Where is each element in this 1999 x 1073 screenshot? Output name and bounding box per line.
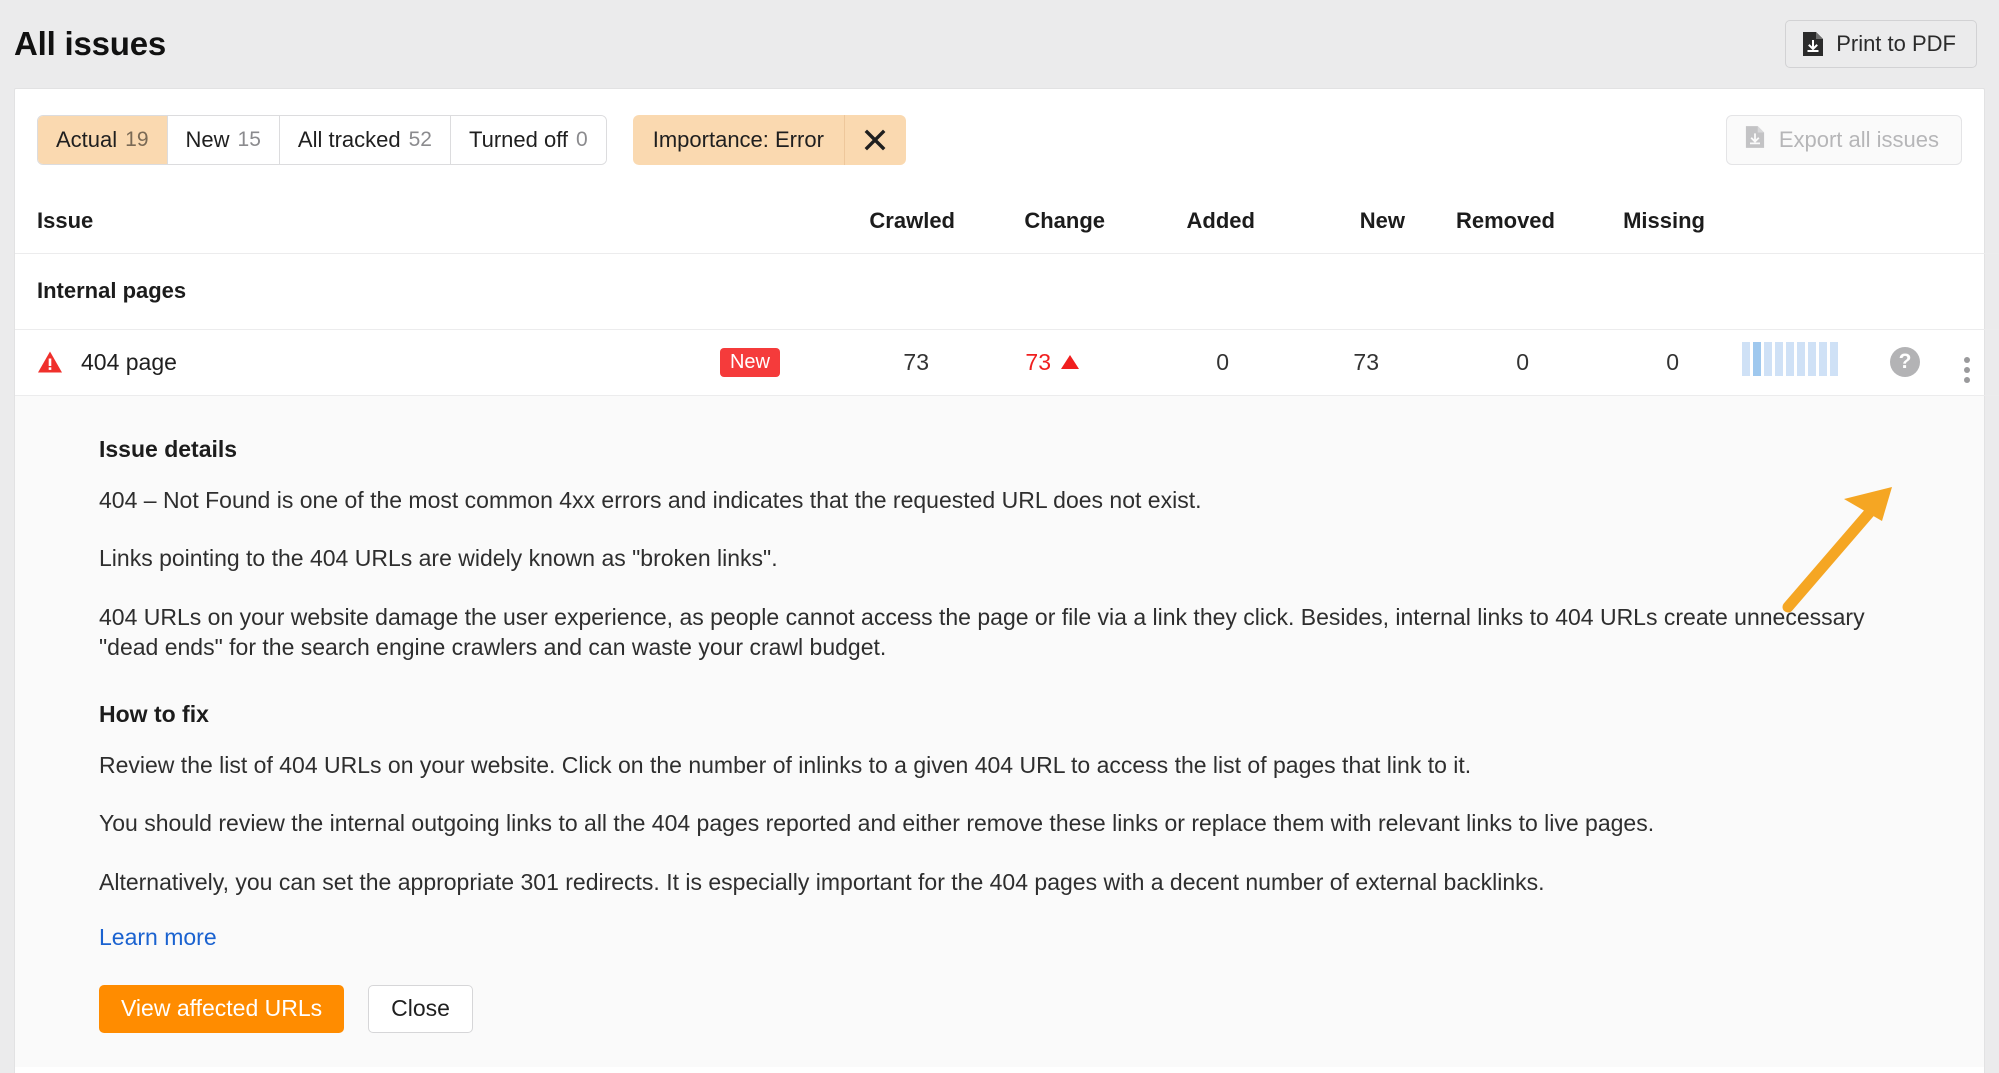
filter-tab-new-label: New (186, 127, 230, 153)
issues-table: Issue Crawled Change Added New Removed M… (15, 189, 1999, 396)
cell-help: ? (1875, 329, 1935, 395)
column-header-change[interactable]: Change (955, 189, 1105, 253)
cell-sparkline[interactable] (1705, 329, 1875, 395)
table-group-label: Internal pages (15, 253, 1999, 329)
cell-crawled[interactable]: 73 (805, 329, 955, 395)
table-group-row-internal-pages: Internal pages (15, 253, 1999, 329)
sparkline-chart[interactable] (1742, 342, 1838, 376)
print-to-pdf-label: Print to PDF (1836, 31, 1956, 57)
sparkline-bar (1764, 342, 1772, 376)
view-affected-urls-button[interactable]: View affected URLs (99, 985, 344, 1033)
column-header-new[interactable]: New (1255, 189, 1405, 253)
issue-details-paragraph-3: 404 URLs on your website damage the user… (99, 602, 1889, 663)
filter-tab-actual[interactable]: Actual 19 (38, 116, 168, 164)
details-button-row: View affected URLs Close (99, 985, 1962, 1033)
column-header-added[interactable]: Added (1105, 189, 1255, 253)
export-all-issues-label: Export all issues (1779, 127, 1939, 153)
table-header-row: Issue Crawled Change Added New Removed M… (15, 189, 1999, 253)
sparkline-bar (1797, 342, 1805, 376)
issue-details-panel: Issue details 404 – Not Found is one of … (15, 396, 1984, 1067)
sparkline-bar (1830, 342, 1838, 376)
cell-added[interactable]: 0 (1105, 329, 1255, 395)
filter-tab-turned-off-label: Turned off (469, 127, 568, 153)
issue-cell: 404 page (15, 329, 695, 395)
sparkline-bar (1753, 342, 1761, 376)
print-to-pdf-button[interactable]: Print to PDF (1785, 20, 1977, 68)
filter-tab-turned-off-count: 0 (576, 128, 588, 152)
column-header-issue[interactable]: Issue (15, 189, 695, 253)
how-to-fix-paragraph-3: Alternatively, you can set the appropria… (99, 867, 1889, 898)
cell-removed[interactable]: 0 (1405, 329, 1555, 395)
cell-new[interactable]: 73 (1255, 329, 1405, 395)
filter-tab-turned-off[interactable]: Turned off 0 (451, 116, 606, 164)
cell-change[interactable]: 73 (955, 329, 1105, 395)
filter-tab-all-tracked-count: 52 (409, 128, 432, 152)
warning-triangle-icon (37, 350, 63, 374)
question-mark-icon[interactable]: ? (1890, 347, 1920, 377)
sparkline-bar (1786, 342, 1794, 376)
filter-row: Actual 19 New 15 All tracked 52 Turned o… (15, 89, 1984, 189)
issues-table-head: Issue Crawled Change Added New Removed M… (15, 189, 1999, 253)
column-header-badge (695, 189, 805, 253)
importance-filter-chip-label: Importance: Error (633, 127, 844, 153)
filter-tab-all-tracked-label: All tracked (298, 127, 401, 153)
cell-missing[interactable]: 0 (1555, 329, 1705, 395)
page-header: All issues Print to PDF (0, 0, 1999, 88)
issue-details-paragraph-2: Links pointing to the 404 URLs are widel… (99, 543, 1889, 574)
sparkline-bar (1819, 342, 1827, 376)
close-icon[interactable] (844, 115, 906, 165)
status-badge: New (720, 348, 780, 377)
cell-change-value: 73 (1025, 349, 1051, 376)
column-header-missing[interactable]: Missing (1555, 189, 1705, 253)
how-to-fix-paragraph-2: You should review the internal outgoing … (99, 808, 1889, 839)
cell-menu (1935, 329, 1999, 395)
filter-tab-actual-label: Actual (56, 127, 117, 153)
column-header-removed[interactable]: Removed (1405, 189, 1555, 253)
filter-tab-new-count: 15 (238, 128, 261, 152)
page-title: All issues (14, 25, 166, 63)
filter-tab-all-tracked[interactable]: All tracked 52 (280, 116, 451, 164)
segmented-filter-group: Actual 19 New 15 All tracked 52 Turned o… (37, 115, 607, 165)
issue-details-paragraph-1: 404 – Not Found is one of the most commo… (99, 485, 1889, 516)
learn-more-link[interactable]: Learn more (99, 924, 217, 951)
how-to-fix-heading: How to fix (99, 701, 1962, 728)
issues-table-body: Internal pages 404 page (15, 253, 1999, 395)
how-to-fix-paragraph-1: Review the list of 404 URLs on your webs… (99, 750, 1889, 781)
column-header-menu (1935, 189, 1999, 253)
column-header-crawled[interactable]: Crawled (805, 189, 955, 253)
export-all-issues-button[interactable]: Export all issues (1726, 115, 1962, 165)
arrow-up-icon (1061, 355, 1079, 369)
new-badge-cell: New (695, 329, 805, 395)
importance-filter-chip[interactable]: Importance: Error (633, 115, 906, 165)
sparkline-bar (1808, 342, 1816, 376)
issue-name[interactable]: 404 page (81, 349, 177, 376)
table-row[interactable]: 404 page New 73 73 0 73 0 0 (15, 329, 1999, 395)
sparkline-bar (1742, 342, 1750, 376)
filter-tab-new[interactable]: New 15 (168, 116, 280, 164)
column-header-help (1875, 189, 1935, 253)
sparkline-bar (1775, 342, 1783, 376)
column-header-sparkline (1705, 189, 1875, 253)
file-download-icon (1745, 125, 1765, 155)
issue-details-heading: Issue details (99, 436, 1962, 463)
kebab-menu-icon[interactable] (1964, 357, 1970, 383)
issues-card: Actual 19 New 15 All tracked 52 Turned o… (14, 88, 1985, 1073)
close-button[interactable]: Close (368, 985, 473, 1033)
file-download-icon (1802, 31, 1824, 57)
filter-tab-actual-count: 19 (125, 128, 148, 152)
